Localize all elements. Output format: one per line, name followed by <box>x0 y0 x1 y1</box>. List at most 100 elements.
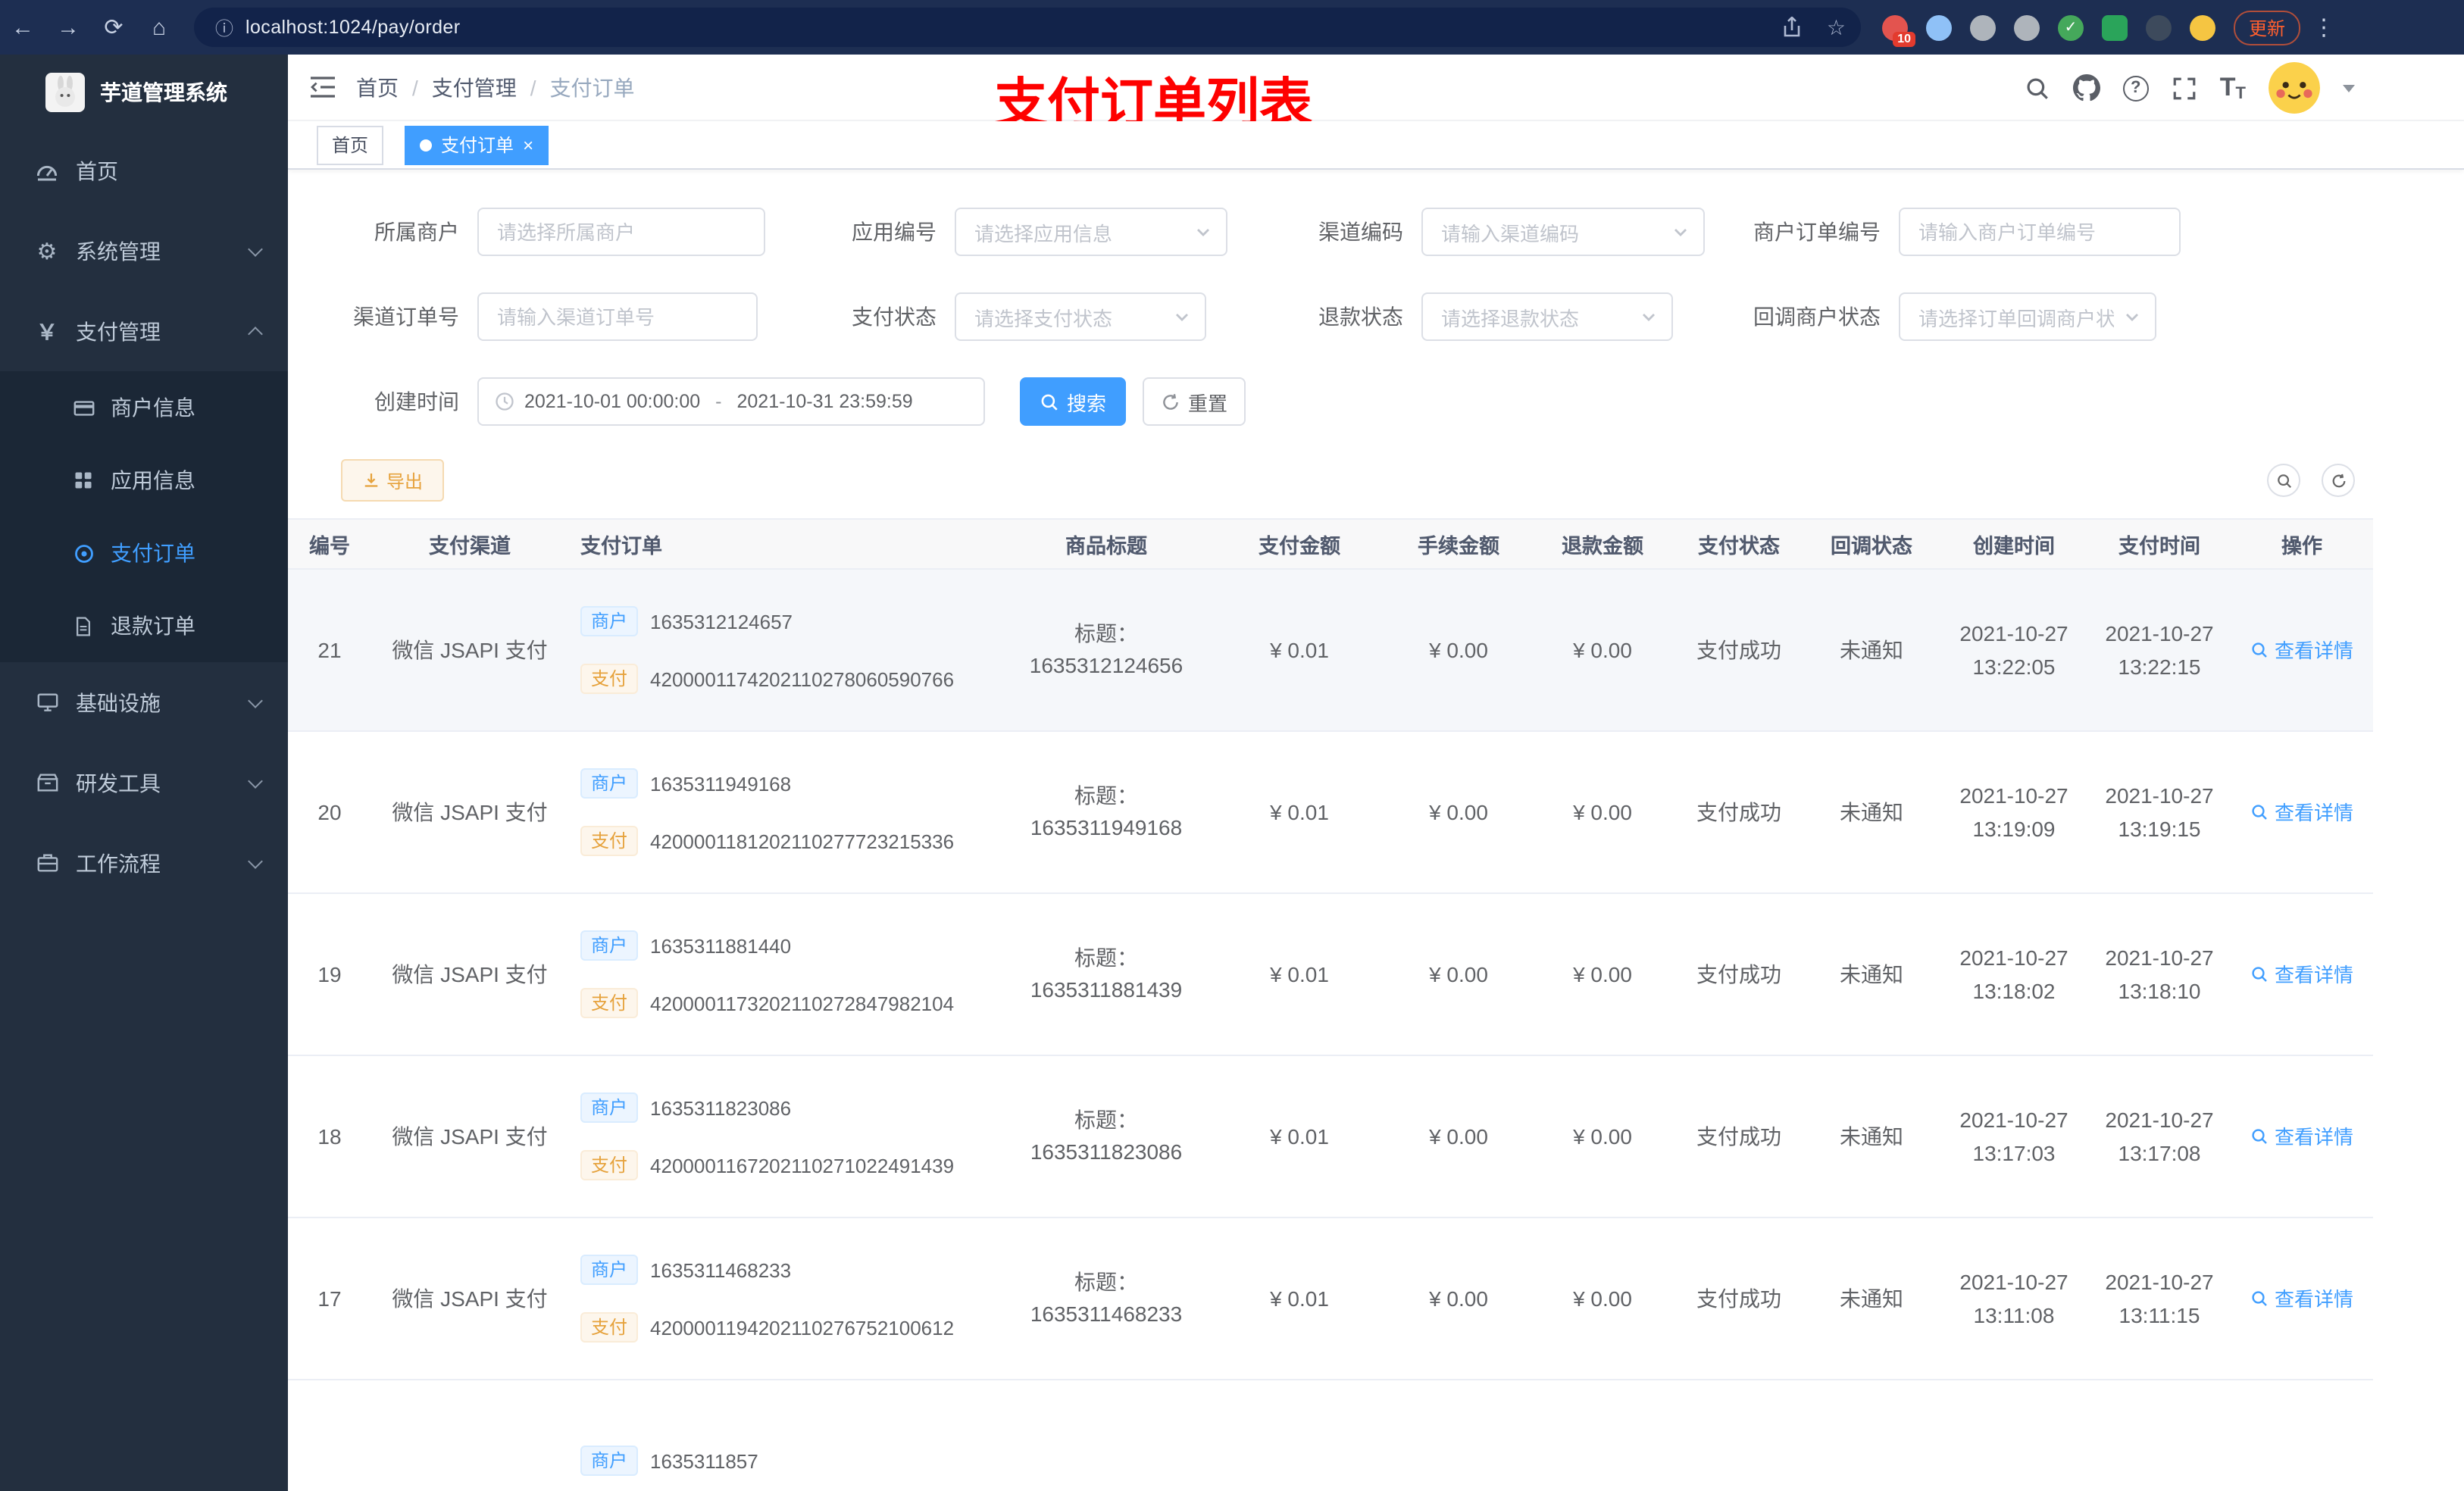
sidebar-item-refund-order[interactable]: 退款订单 <box>0 589 288 662</box>
merchant-order-no-input[interactable] <box>1900 209 2179 255</box>
breadcrumb-item-current: 支付订单 <box>549 75 635 99</box>
pay-tag: 支付 <box>580 1312 639 1343</box>
extension-icon[interactable]: 10 <box>1882 14 1915 46</box>
cell-notify-status: 未通知 <box>1840 799 1903 824</box>
sidebar-item-payment[interactable]: ￥ 支付管理 <box>0 291 288 371</box>
tab-close-icon[interactable]: × <box>523 136 533 154</box>
merchant-input[interactable] <box>479 209 764 255</box>
extension-icon[interactable] <box>2146 14 2172 40</box>
sidebar-item-infra[interactable]: 基础设施 <box>0 662 288 742</box>
tab-home[interactable]: 首页 <box>317 125 384 164</box>
breadcrumb-item[interactable]: 首页 <box>356 72 399 102</box>
export-button[interactable]: 导出 <box>341 459 445 502</box>
cell-actions: 查看详情 <box>2231 894 2373 1055</box>
filter-label: 回调商户状态 <box>1753 305 1881 329</box>
cell-pay-time: 2021-10-27 13:22:15 <box>2105 621 2214 679</box>
bookmark-star-icon[interactable]: ☆ <box>1827 14 1846 40</box>
sidebar-toggle-icon[interactable] <box>309 76 336 98</box>
table-row[interactable]: 21 微信 JSAPI 支付 商户 1635312124657 支付 4200001… <box>288 570 2373 732</box>
search-icon[interactable] <box>2025 75 2050 101</box>
callback-status-select[interactable]: 请选择订单回调商户状态 <box>1899 292 2156 341</box>
cell-pay-status: 支付成功 <box>1696 1286 1781 1310</box>
merchant-tag: 商户 <box>580 930 639 961</box>
refresh-button[interactable] <box>2322 464 2355 497</box>
cell-refund-amount: ¥ 0.00 <box>1573 961 1632 986</box>
channel-order-no-input[interactable] <box>479 294 756 339</box>
sidebar-item-merchant-info[interactable]: 商户信息 <box>0 371 288 444</box>
cell-id: 20 <box>317 799 342 824</box>
cell-channel: 微信 JSAPI 支付 <box>392 799 548 824</box>
extension-icon[interactable] <box>2190 14 2215 40</box>
view-detail-link[interactable]: 查看详情 <box>2250 958 2353 990</box>
col-pay-time: 支付时间 <box>2118 535 2200 558</box>
extension-icon[interactable] <box>2102 14 2128 40</box>
reload-icon[interactable]: ⟳ <box>91 14 136 41</box>
tab-pay-order[interactable]: 支付订单 × <box>405 125 549 164</box>
view-detail-link[interactable]: 查看详情 <box>2250 1283 2353 1314</box>
create-time-range-picker[interactable]: 2021-10-01 00:00:00 - 2021-10-31 23:59:5… <box>477 377 985 426</box>
font-size-icon[interactable]: TT <box>2220 73 2246 103</box>
extension-icon[interactable] <box>1926 14 1952 40</box>
sidebar-item-app-info[interactable]: 应用信息 <box>0 444 288 517</box>
table-row[interactable]: 20 微信 JSAPI 支付 商户 1635311949168 支付 4200001… <box>288 732 2373 894</box>
github-icon[interactable] <box>2072 74 2100 102</box>
cell-refund-amount: ¥ 0.00 <box>1573 1286 1632 1310</box>
view-detail-link[interactable]: 查看详情 <box>2250 634 2353 666</box>
user-avatar[interactable] <box>2269 62 2320 114</box>
reset-button-label: 重置 <box>1187 392 1227 414</box>
help-icon[interactable]: ? <box>2122 75 2149 101</box>
breadcrumb-item[interactable]: 支付管理 <box>432 72 517 102</box>
table-row-partial[interactable]: 商户 1635311857 <box>288 1380 2373 1491</box>
select-placeholder: 请选择订单回调商户状态 <box>1918 307 2114 330</box>
table-row[interactable]: 17 微信 JSAPI 支付 商户 1635311468233 支付 4200001… <box>288 1218 2373 1380</box>
user-menu-caret-icon[interactable] <box>2343 84 2355 92</box>
browser-menu-icon[interactable]: ⋮ <box>2312 14 2335 41</box>
back-icon[interactable]: ← <box>0 14 45 40</box>
filter-label: 创建时间 <box>374 389 459 414</box>
sidebar-item-dev-tools[interactable]: 研发工具 <box>0 742 288 823</box>
cell-id: 17 <box>317 1286 342 1310</box>
site-info-icon[interactable]: ⓘ <box>215 14 233 40</box>
select-placeholder: 请选择退款状态 <box>1441 307 1580 330</box>
cell-pay-amount: ¥ 0.01 <box>1270 1286 1329 1310</box>
extension-icon[interactable] <box>2014 14 2040 40</box>
navbar-actions: ? TT <box>2025 55 2355 121</box>
filter-label: 应用编号 <box>852 220 937 244</box>
view-detail-link[interactable]: 查看详情 <box>2250 796 2353 828</box>
reset-button[interactable]: 重置 <box>1143 377 1246 426</box>
merchant-order-no: 1635311468233 <box>650 1258 792 1281</box>
col-actions: 操作 <box>2281 535 2322 558</box>
col-fee-amount: 手续金额 <box>1418 535 1499 558</box>
table-row[interactable]: 19 微信 JSAPI 支付 商户 1635311881440 支付 4200001… <box>288 894 2373 1056</box>
cell-pay-status: 支付成功 <box>1696 961 1781 986</box>
pay-status-select[interactable]: 请选择支付状态 <box>955 292 1206 341</box>
refund-status-select[interactable]: 请选择退款状态 <box>1421 292 1673 341</box>
sidebar-item-pay-order[interactable]: 支付订单 <box>0 517 288 589</box>
merchant-order-no: 1635312124657 <box>650 610 793 633</box>
channel-code-select[interactable]: 请输入渠道编码 <box>1421 208 1705 256</box>
sidebar-item-workflow[interactable]: 工作流程 <box>0 823 288 903</box>
sidebar-item-home[interactable]: 首页 <box>0 130 288 211</box>
extension-icon[interactable] <box>1970 14 1996 40</box>
share-icon[interactable] <box>1783 17 1803 38</box>
update-button[interactable]: 更新 <box>2234 10 2301 45</box>
app-select[interactable]: 请选择应用信息 <box>955 208 1227 256</box>
app-logo[interactable]: 芋道管理系统 <box>0 55 288 130</box>
breadcrumb: 首页 / 支付管理 / 支付订单 <box>356 72 635 102</box>
view-detail-link[interactable]: 查看详情 <box>2250 1121 2353 1152</box>
sidebar-item-label: 工作流程 <box>76 851 161 875</box>
forward-icon[interactable]: → <box>45 14 91 40</box>
col-pay-status: 支付状态 <box>1698 535 1780 558</box>
home-icon[interactable]: ⌂ <box>136 14 182 40</box>
pay-transaction-no: 4200001181202110277723215336 <box>650 830 955 852</box>
sidebar-item-system[interactable]: ⚙ 系统管理 <box>0 211 288 291</box>
merchant-order-no: 1635311881440 <box>650 934 792 957</box>
filter-label: 支付状态 <box>852 305 937 329</box>
toggle-search-button[interactable] <box>2267 464 2300 497</box>
table-row[interactable]: 18 微信 JSAPI 支付 商户 1635311823086 支付 4200001… <box>288 1056 2373 1218</box>
extension-icon[interactable]: ✓ <box>2058 14 2084 40</box>
fullscreen-icon[interactable] <box>2172 75 2197 101</box>
cell-pay-status: 支付成功 <box>1696 1124 1781 1148</box>
address-bar[interactable]: ⓘ localhost:1024/pay/order ☆ <box>194 8 1861 47</box>
search-button[interactable]: 搜索 <box>1020 377 1126 426</box>
